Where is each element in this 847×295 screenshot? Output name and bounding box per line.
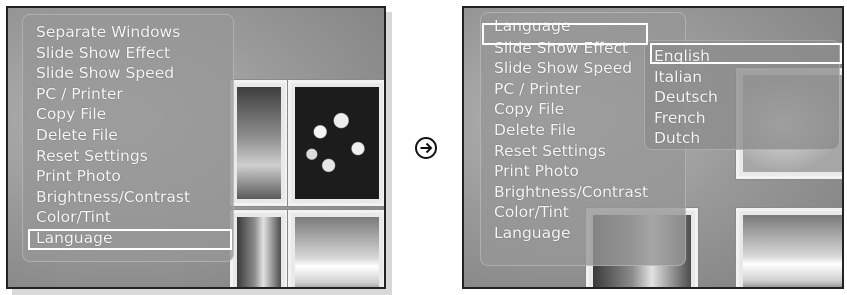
menu-item-copy-file[interactable]: Copy File	[36, 104, 234, 125]
menu-item-print-photo[interactable]: Print Photo	[36, 166, 234, 187]
language-option-french[interactable]: French	[654, 108, 840, 129]
menu-item-language[interactable]: Language	[494, 223, 686, 244]
sunset-photo	[237, 87, 281, 199]
settings-menu-list: Separate Windows Slide Show Effect Slide…	[22, 14, 234, 249]
menu-item-reset-settings[interactable]: Reset Settings	[36, 146, 234, 167]
menu-item-print-photo[interactable]: Print Photo	[494, 161, 686, 182]
right-photo-frame-screen: Language Slide Show Effect Slide Show Sp…	[462, 6, 844, 289]
menu-item-delete-file[interactable]: Delete File	[36, 125, 234, 146]
photo-thumbnail-beach	[288, 210, 384, 287]
settings-menu-panel: Separate Windows Slide Show Effect Slide…	[22, 14, 234, 262]
menu-item-slide-show-effect[interactable]: Slide Show Effect	[36, 43, 234, 64]
menu-item-slide-show-speed[interactable]: Slide Show Speed	[36, 63, 234, 84]
menu-item-pc-printer[interactable]: PC / Printer	[36, 84, 234, 105]
selection-highlight-language	[28, 229, 232, 250]
beach-photo	[295, 217, 379, 287]
language-option-italian[interactable]: Italian	[654, 67, 840, 88]
beach-photo	[743, 215, 842, 287]
menu-item-color-tint[interactable]: Color/Tint	[36, 207, 234, 228]
circled-right-arrow-icon	[415, 137, 437, 159]
photo-thumbnail-sunset	[230, 80, 288, 206]
selection-highlight-english	[650, 43, 842, 64]
photo-thumbnail-couple	[230, 210, 288, 287]
menu-item-separate-windows[interactable]: Separate Windows	[36, 22, 234, 43]
couple-photo	[237, 217, 281, 287]
menu-item-brightness-contrast[interactable]: Brightness/Contrast	[36, 187, 234, 208]
left-photo-frame-screen: Separate Windows Slide Show Effect Slide…	[6, 6, 386, 289]
menu-item-color-tint[interactable]: Color/Tint	[494, 202, 686, 223]
selection-highlight-language-header	[482, 23, 648, 45]
lotus-photo	[295, 87, 379, 199]
language-option-deutsch[interactable]: Deutsch	[654, 87, 840, 108]
photo-thumbnail-beach	[736, 208, 842, 287]
language-option-dutch[interactable]: Dutch	[654, 128, 840, 149]
photo-thumbnail-lotus	[288, 80, 384, 206]
menu-item-brightness-contrast[interactable]: Brightness/Contrast	[494, 182, 686, 203]
